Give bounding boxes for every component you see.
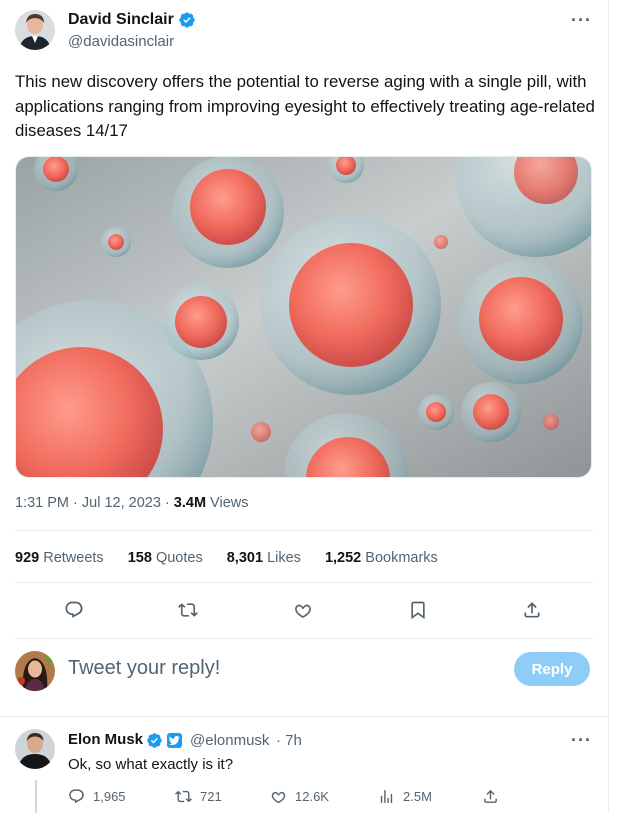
- reply-retweets-action[interactable]: 721: [175, 788, 222, 805]
- retweet-icon: [175, 790, 192, 803]
- retweets-count: 721: [200, 789, 222, 804]
- quotes-stat[interactable]: 158 Quotes: [128, 550, 203, 566]
- reply-likes-action[interactable]: 12.6K: [270, 788, 329, 805]
- reply-time[interactable]: · 7h: [276, 732, 302, 749]
- retweet-icon[interactable]: [170, 592, 206, 628]
- views-count: 2.5M: [403, 789, 432, 804]
- verified-badge-icon: [147, 733, 162, 748]
- divider: [15, 530, 593, 531]
- reply-icon: [69, 789, 84, 804]
- reply-views-action[interactable]: 2.5M: [378, 788, 432, 805]
- bookmark-icon[interactable]: [400, 592, 436, 628]
- views-icon: [380, 790, 393, 803]
- reply-action-bar: 1,965 721 12.6K 2.5M: [60, 788, 600, 810]
- reply-more-options-icon[interactable]: ···: [571, 730, 592, 751]
- share-icon: [484, 789, 497, 803]
- affiliation-badge-icon: [167, 733, 182, 748]
- reply-author-handle[interactable]: @elonmusk: [190, 732, 269, 749]
- tweet-image[interactable]: [15, 156, 592, 478]
- reply-replies-action[interactable]: 1,965: [68, 788, 126, 805]
- verified-badge-icon: [179, 12, 195, 28]
- tweet-action-bar: [0, 592, 608, 628]
- reply-author-avatar[interactable]: [15, 729, 55, 769]
- reply-author-name[interactable]: Elon Musk: [68, 731, 143, 748]
- reply-button[interactable]: Reply: [514, 652, 590, 686]
- like-icon: [271, 791, 286, 804]
- reply-share-action[interactable]: [482, 788, 499, 805]
- views-label: Views: [206, 495, 249, 511]
- tweet-text: This new discovery offers the potential …: [15, 72, 595, 140]
- divider: [15, 638, 593, 639]
- reply-composer: Tweet your reply! Reply: [0, 640, 608, 702]
- replies-count: 1,965: [93, 789, 126, 804]
- bookmarks-stat[interactable]: 1,252 Bookmarks: [325, 550, 438, 566]
- reply-text: Ok, so what exactly is it?: [68, 756, 234, 773]
- author-name[interactable]: David Sinclair: [68, 11, 174, 29]
- author-handle[interactable]: @davidasinclair: [68, 33, 174, 50]
- tweet-timestamp[interactable]: 1:31 PM · Jul 12, 2023 · 3.4M Views: [15, 495, 248, 511]
- engagement-stats: 929 Retweets 158 Quotes 8,301 Likes 1,25…: [15, 550, 458, 566]
- author-avatar[interactable]: [15, 10, 55, 50]
- likes-stat[interactable]: 8,301 Likes: [227, 550, 301, 566]
- reply-input[interactable]: Tweet your reply!: [68, 657, 220, 680]
- tweet-detail: David Sinclair @davidasinclair ··· This …: [0, 0, 609, 813]
- user-avatar[interactable]: [15, 651, 55, 691]
- divider: [15, 582, 593, 583]
- likes-count: 12.6K: [295, 789, 329, 804]
- views-count: 3.4M: [173, 495, 207, 511]
- tweet-time[interactable]: 1:31 PM · Jul 12, 2023 ·: [15, 495, 174, 511]
- divider: [0, 716, 608, 717]
- cell-illustration: [16, 157, 591, 477]
- retweets-stat[interactable]: 929 Retweets: [15, 550, 104, 566]
- more-options-icon[interactable]: ···: [571, 10, 592, 31]
- like-icon[interactable]: [285, 592, 321, 628]
- thread-line: [35, 780, 37, 813]
- reply-icon[interactable]: [56, 592, 92, 628]
- share-icon[interactable]: [514, 592, 550, 628]
